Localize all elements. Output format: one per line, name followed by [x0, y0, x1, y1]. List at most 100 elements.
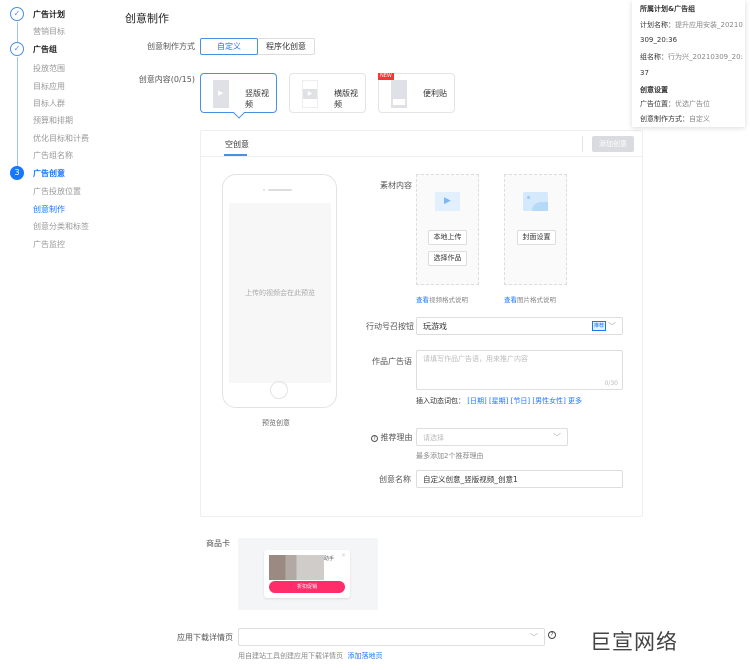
upload-local-button[interactable]: 本地上传: [428, 230, 467, 245]
product-label: 商品卡: [206, 539, 230, 548]
product-image: [269, 555, 324, 580]
video-play-icon: ▶: [435, 192, 460, 211]
product-card[interactable]: 助手 × 折扣促销: [264, 550, 350, 598]
summary-title: 所属计划&广告组: [640, 5, 696, 13]
adtext-placeholder: 请填写作品广告语，用来推广内容: [423, 355, 528, 363]
preview-caption[interactable]: 预览创意: [262, 418, 290, 428]
char-counter: 0/30: [604, 380, 618, 387]
help-icon[interactable]: ?: [371, 435, 378, 442]
video-format-link[interactable]: 查看视频格式说明: [416, 294, 468, 304]
product-cta-button[interactable]: 折扣促销: [269, 581, 345, 593]
card-vertical-video[interactable]: ▶ 竖版视频: [200, 73, 277, 119]
plan-value-cont: 309_20:36: [640, 36, 678, 44]
reason-label-text: 推荐理由: [380, 433, 413, 442]
mode-custom-button[interactable]: 自定义: [200, 38, 258, 55]
cta-label: 行动号召按钮: [366, 322, 414, 331]
divider: [201, 156, 642, 157]
reason-label: ? 推荐理由: [371, 432, 413, 443]
card-horizontal-video[interactable]: ▶ 横版视频: [289, 73, 366, 113]
sticky-thumb-icon: [391, 80, 407, 108]
product-card-area: 助手 × 折扣促销: [238, 538, 378, 610]
image-icon: [523, 192, 548, 211]
help-icon[interactable]: ?: [548, 631, 556, 639]
sidebar-item[interactable]: 优化目标和计费: [33, 133, 89, 144]
sidebar-item[interactable]: 营销目标: [33, 26, 65, 37]
video-upload-area[interactable]: ▶ 本地上传 选择作品: [416, 174, 479, 285]
cta-select[interactable]: 玩游戏 推荐 ﹀: [416, 317, 623, 335]
image-format-link[interactable]: 查看图片格式说明: [504, 294, 556, 304]
chevron-down-icon: ﹀: [608, 322, 616, 331]
sidebar-item[interactable]: 创意分类和标签: [33, 221, 89, 232]
material-label: 素材内容: [380, 181, 412, 190]
plan-label: 计划名称：: [640, 21, 675, 29]
dynamic-words: 插入动态词包： [日期] [星期] [节日] [男性女性] 更多: [416, 396, 582, 406]
recommend-badge: 推荐: [591, 321, 606, 331]
step-number-icon: 3: [10, 166, 24, 180]
check-icon: ✓: [10, 7, 24, 21]
group-value: 行为兴_20210309_20:: [668, 53, 743, 61]
mode-label: 创意制作方式: [147, 42, 195, 51]
sidebar-item[interactable]: 投放范围: [33, 63, 65, 74]
watermark: 巨宣网络: [590, 630, 678, 654]
adtext-textarea[interactable]: 请填写作品广告语，用来推广内容 0/30: [416, 350, 623, 390]
creative-settings-title: 创意设置: [640, 86, 668, 94]
sidebar-item[interactable]: 广告组名称: [33, 150, 73, 161]
new-badge: NEW: [378, 73, 394, 80]
product-title: 助手: [324, 556, 335, 562]
view-link[interactable]: 查看: [416, 296, 429, 304]
close-icon[interactable]: ×: [341, 552, 346, 559]
view-link[interactable]: 查看: [504, 296, 517, 304]
plan-value: 提升应用安装_20210: [675, 21, 743, 29]
reason-select[interactable]: 请选择 ﹀: [416, 428, 568, 446]
speaker-icon: [268, 189, 292, 191]
sidebar-item-group[interactable]: 广告组: [33, 44, 57, 55]
preview-screen: 上传的视频会在此预览: [229, 203, 331, 383]
add-landing-page-link[interactable]: 添加落地页: [347, 652, 382, 660]
creative-name-input[interactable]: 自定义创意_竖版视频_创意1: [416, 470, 623, 488]
sidebar-item[interactable]: 广告投放位置: [33, 186, 81, 197]
download-page-select[interactable]: ﹀: [238, 628, 545, 646]
sidebar-item-active[interactable]: 创意制作: [33, 204, 65, 215]
word-weekday[interactable]: [星期]: [489, 397, 508, 405]
sidebar-item[interactable]: 广告监控: [33, 239, 65, 250]
video-thumb-icon: ▶: [213, 80, 229, 108]
sidebar-item[interactable]: 目标应用: [33, 81, 65, 92]
cover-setting-button[interactable]: 封面设置: [517, 230, 556, 245]
download-label: 应用下载详情页: [177, 633, 233, 642]
mode-programmatic-button[interactable]: 程序化创意: [257, 38, 315, 55]
step-line: [16, 57, 18, 167]
sidebar-item-plan[interactable]: 广告计划: [33, 9, 65, 20]
group-value-cont: 37: [640, 69, 649, 77]
tab-empty-creative[interactable]: 空创意: [225, 139, 249, 150]
reason-hint: 最多添加2个推荐理由: [416, 452, 484, 460]
word-holiday[interactable]: [节日]: [511, 397, 530, 405]
content-label: 创意内容(0/15): [138, 75, 195, 84]
sidebar-item-creative[interactable]: 广告创意: [33, 168, 65, 179]
name-label: 创意名称: [379, 475, 411, 484]
chevron-down-icon: ﹀: [530, 633, 538, 642]
group-label: 组名称：: [640, 53, 668, 61]
download-hint: 用自建站工具创建应用下载详情页 添加落地页: [238, 651, 382, 661]
step-line: [16, 22, 18, 42]
link-text: 图片格式说明: [517, 296, 556, 304]
chevron-down-icon: ﹀: [553, 433, 561, 442]
cta-value: 玩游戏: [423, 322, 447, 331]
home-button-icon: [270, 381, 288, 399]
word-date[interactable]: [日期]: [467, 397, 486, 405]
mode-summary-value: 自定义: [689, 115, 710, 123]
phone-preview: 上传的视频会在此预览: [222, 174, 337, 408]
sidebar-item[interactable]: 目标人群: [33, 98, 65, 109]
check-icon: ✓: [10, 42, 24, 56]
sidebar-item[interactable]: 预算和排期: [33, 115, 73, 126]
card-sticky-note[interactable]: NEW 便利贴: [378, 73, 455, 113]
cover-upload-area[interactable]: 封面设置: [504, 174, 567, 285]
adtext-label: 作品广告语: [372, 357, 412, 366]
more-link[interactable]: 更多: [568, 397, 582, 405]
link-text: 视频格式说明: [429, 296, 468, 304]
add-creative-button[interactable]: 添加创意: [592, 136, 634, 152]
choose-work-button[interactable]: 选择作品: [428, 251, 467, 266]
card-label: 竖版视频: [245, 89, 269, 109]
insert-label: 插入动态词包：: [416, 397, 465, 405]
name-value: 自定义创意_竖版视频_创意1: [423, 475, 518, 484]
word-gender[interactable]: [男性女性]: [532, 397, 565, 405]
